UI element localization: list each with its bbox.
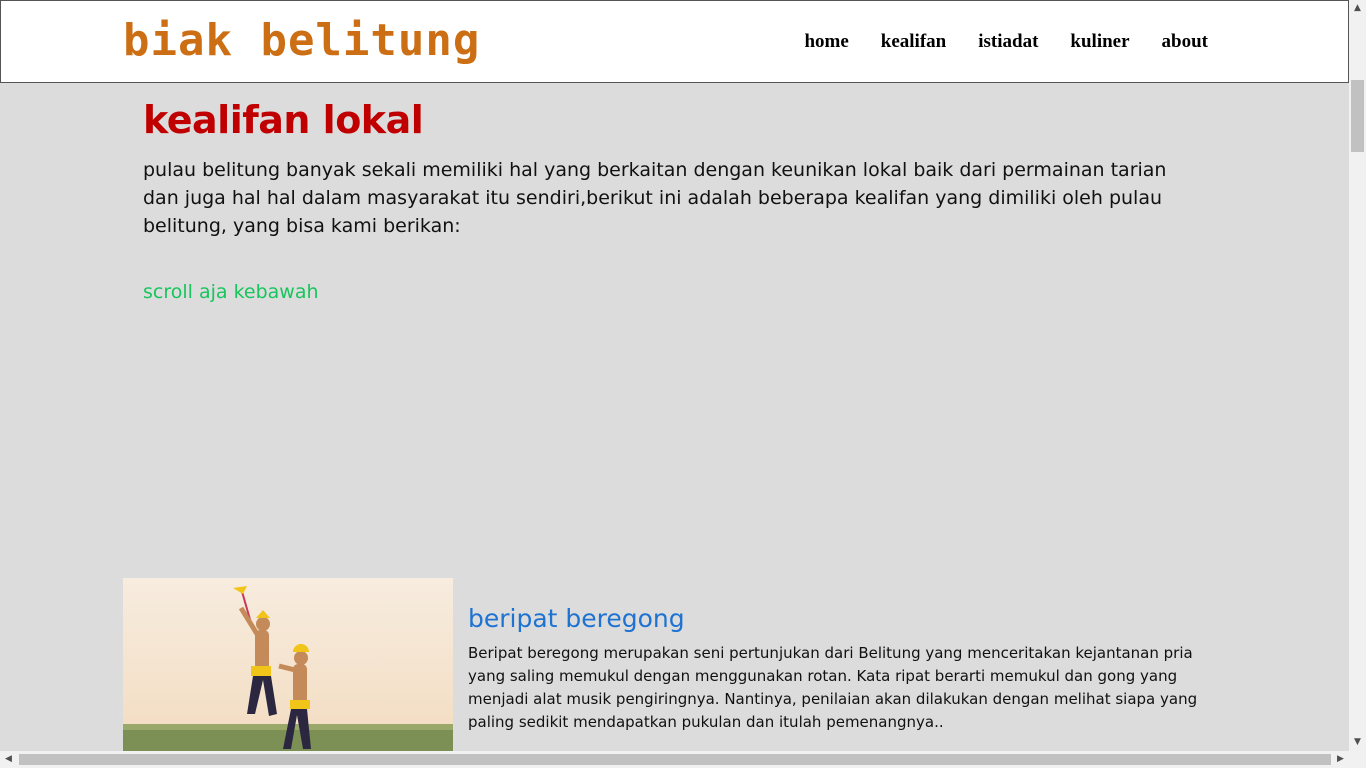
article-image xyxy=(123,578,453,752)
nav-home[interactable]: home xyxy=(804,31,848,53)
nav-about[interactable]: about xyxy=(1162,31,1208,53)
nav-istiadat[interactable]: istiadat xyxy=(978,31,1038,53)
main-content: kealifan lokal pulau belitung banyak sek… xyxy=(143,92,1203,306)
article-title: beripat beregong xyxy=(468,604,685,633)
vertical-scroll-thumb[interactable] xyxy=(1351,80,1364,152)
nav-kuliner[interactable]: kuliner xyxy=(1070,31,1129,53)
vertical-scrollbar[interactable]: ▲ ▼ xyxy=(1349,0,1366,751)
horizontal-scrollbar[interactable]: ◀ ▶ xyxy=(0,751,1366,768)
main-nav: home kealifan istiadat kuliner about xyxy=(804,31,1208,53)
horizontal-scroll-thumb[interactable] xyxy=(19,754,1331,765)
scroll-left-arrow-icon[interactable]: ◀ xyxy=(0,751,17,768)
article-text: Beripat beregong merupakan seni pertunju… xyxy=(468,644,1198,731)
intro-paragraph: pulau belitung banyak sekali memiliki ha… xyxy=(143,159,1167,237)
scroll-up-arrow-icon[interactable]: ▲ xyxy=(1349,0,1366,17)
site-header: biak belitung home kealifan istiadat kul… xyxy=(0,0,1349,83)
page-title: kealifan lokal xyxy=(143,98,424,142)
scroll-hint: scroll aja kebawah xyxy=(143,281,319,303)
site-logo[interactable]: biak belitung xyxy=(123,13,480,69)
nav-kealifan[interactable]: kealifan xyxy=(881,31,946,53)
scroll-right-arrow-icon[interactable]: ▶ xyxy=(1332,751,1349,768)
scroll-down-arrow-icon[interactable]: ▼ xyxy=(1349,734,1366,751)
